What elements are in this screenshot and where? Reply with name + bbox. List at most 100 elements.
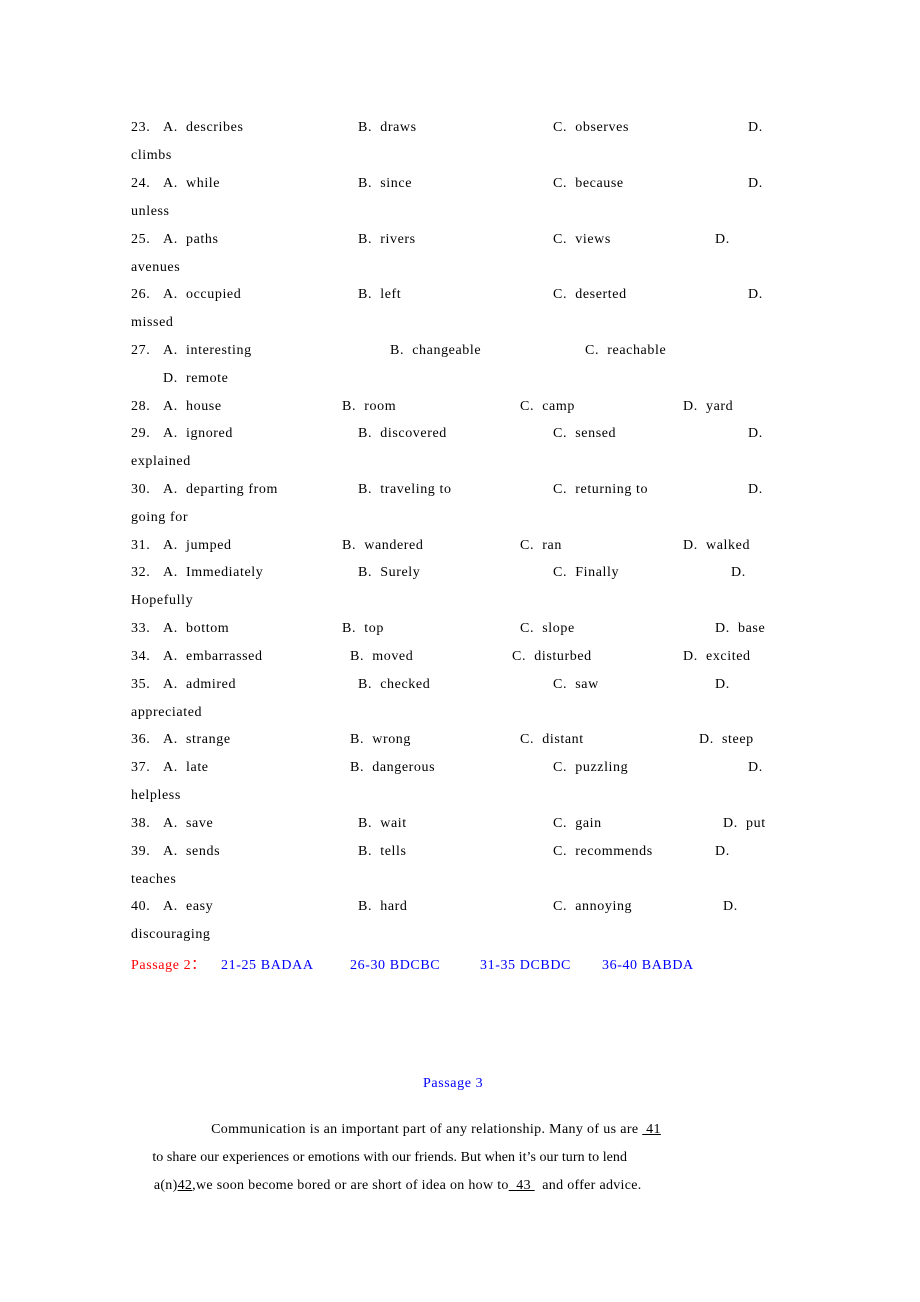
question-number: 40.	[131, 899, 151, 914]
option-a: A. embarrassed	[163, 649, 263, 664]
option-b: B. tells	[358, 844, 407, 859]
option-a: A. paths	[163, 232, 219, 247]
option-b: B. moved	[350, 649, 414, 664]
option-c: C. puzzling	[553, 760, 629, 775]
option-c: C. returning to	[553, 482, 649, 497]
option-d: D.	[715, 232, 730, 247]
option-c: C. deserted	[553, 287, 627, 302]
question-number: 39.	[131, 844, 151, 859]
option-a: A. occupied	[163, 287, 242, 302]
option-b: B. traveling to	[358, 482, 452, 497]
option-c: C. ran	[520, 538, 562, 553]
option-d: D.	[748, 760, 763, 775]
passage-title: Passage 3	[423, 1076, 484, 1091]
option-c: C. recommends	[553, 844, 653, 859]
option-a: A. ignored	[163, 426, 233, 441]
option-d: D.	[748, 426, 763, 441]
option-d-text: unless	[131, 204, 170, 219]
option-b: B. left	[358, 287, 402, 302]
option-c: C. saw	[553, 677, 599, 692]
question-number: 26.	[131, 287, 151, 302]
option-d: D.	[723, 899, 738, 914]
question-number: 27.	[131, 343, 151, 358]
option-c: C. slope	[520, 621, 575, 636]
passage-line: a(n)42,we soon become bored or are short…	[131, 1159, 642, 1213]
option-b: B. changeable	[390, 343, 482, 358]
option-a: A. house	[163, 399, 222, 414]
option-b: B. wandered	[342, 538, 424, 553]
question-number: 33.	[131, 621, 151, 636]
option-a: A. interesting	[163, 343, 252, 358]
option-d-text: climbs	[131, 148, 172, 163]
option-a: A. jumped	[163, 538, 232, 553]
option-c: C. sensed	[553, 426, 617, 441]
option-c: C. observes	[553, 120, 630, 135]
option-a: A. late	[163, 760, 209, 775]
option-d: D.	[715, 677, 730, 692]
option-a: A. departing from	[163, 482, 278, 497]
option-b: B. room	[342, 399, 397, 414]
answer-group: 26-30 BDCBC	[350, 958, 441, 973]
option-d-text: explained	[131, 454, 191, 469]
option-a: A. admired	[163, 677, 237, 692]
option-c: C. distant	[520, 732, 584, 747]
option-c: C. views	[553, 232, 611, 247]
option-b: B. wrong	[350, 732, 412, 747]
question-number: 29.	[131, 426, 151, 441]
option-d: D.	[748, 120, 763, 135]
option-a: A. sends	[163, 844, 221, 859]
option-b: B. since	[358, 176, 413, 191]
option-d: D. excited	[683, 649, 751, 664]
question-number: 24.	[131, 176, 151, 191]
option-b: B. checked	[358, 677, 431, 692]
question-number: 30.	[131, 482, 151, 497]
blank-43: 43	[508, 1178, 535, 1193]
document-page: 23. A. describes B. draws C. observes D.…	[0, 0, 920, 1302]
blank-41: 41	[642, 1122, 661, 1137]
option-d: D. walked	[683, 538, 751, 553]
option-b: B. wait	[358, 816, 407, 831]
option-c: C. because	[553, 176, 624, 191]
option-d: D.	[715, 844, 730, 859]
passage-text: ,we soon become bored or are short of id…	[192, 1178, 509, 1193]
option-c: C. disturbed	[512, 649, 592, 664]
option-d: D.	[748, 482, 763, 497]
option-d: D. put	[723, 816, 766, 831]
option-c: C. annoying	[553, 899, 633, 914]
option-c: C. camp	[520, 399, 575, 414]
question-number: 32.	[131, 565, 151, 580]
option-b: B. draws	[358, 120, 417, 135]
option-b: B. discovered	[358, 426, 447, 441]
option-a: A. describes	[163, 120, 244, 135]
answer-group: 21-25 BADAA	[221, 958, 314, 973]
option-b: B. top	[342, 621, 384, 636]
answer-group: 36-40 BABDA	[602, 958, 694, 973]
passage-text: and offer advice.	[534, 1178, 642, 1193]
answer-group: 31-35 DCBDC	[480, 958, 571, 973]
question-number: 25.	[131, 232, 151, 247]
option-d: D. base	[715, 621, 766, 636]
answer-key-label: Passage 2：	[131, 958, 206, 973]
question-number: 36.	[131, 732, 151, 747]
option-a: A. bottom	[163, 621, 230, 636]
option-d-text: going for	[131, 510, 189, 525]
option-d: D.	[748, 287, 763, 302]
option-d-text: avenues	[131, 260, 181, 275]
option-d-text: missed	[131, 315, 174, 330]
option-d-text: helpless	[131, 788, 181, 803]
question-number: 37.	[131, 760, 151, 775]
option-c: C. Finally	[553, 565, 620, 580]
blank-42: 42	[177, 1178, 193, 1193]
option-b: B. Surely	[358, 565, 421, 580]
option-a: A. Immediately	[163, 565, 264, 580]
option-d: D. steep	[699, 732, 754, 747]
option-d-text: appreciated	[131, 705, 203, 720]
option-d-text: Hopefully	[131, 593, 194, 608]
option-d: D. remote	[163, 371, 229, 386]
question-number: 28.	[131, 399, 151, 414]
option-d: D. yard	[683, 399, 734, 414]
option-b: B. hard	[358, 899, 408, 914]
question-number: 38.	[131, 816, 151, 831]
option-b: B. rivers	[358, 232, 416, 247]
passage-text: a(n)	[153, 1178, 178, 1193]
